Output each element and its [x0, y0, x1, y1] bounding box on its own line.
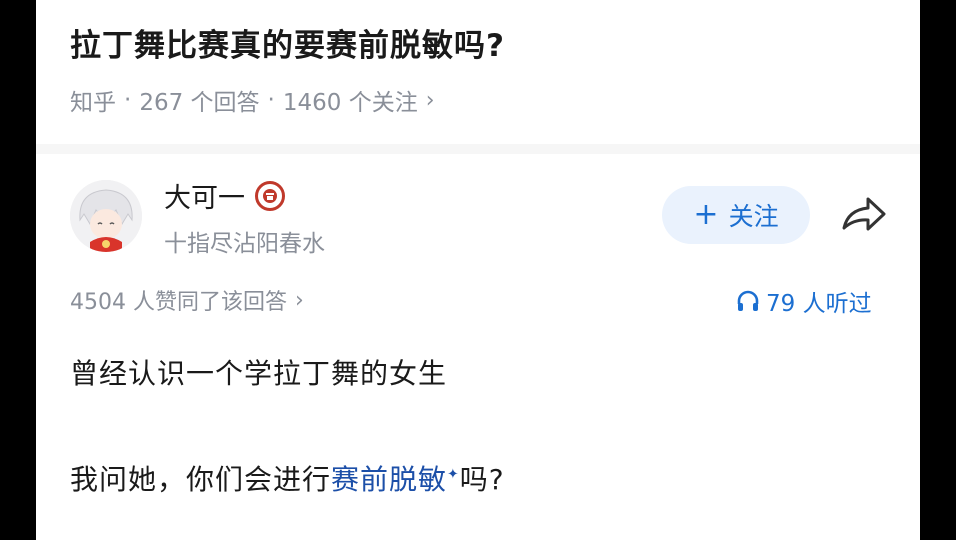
like-count-text: 4504 人赞同了该回答 [70, 290, 287, 315]
listen-count-text: 79 人听过 [766, 291, 872, 317]
author-name-row[interactable]: 大可一 [164, 176, 285, 215]
meta-separator: · [267, 87, 275, 113]
question-meta[interactable]: 知乎 · 267 个回答 · 1460 个关注 › [70, 83, 435, 117]
avatar[interactable] [70, 180, 142, 252]
keyword-link[interactable]: 赛前脱敏 [331, 463, 447, 496]
section-divider [36, 144, 920, 154]
sparkle-icon: ✦ [447, 466, 460, 483]
follow-button-label: 关注 [728, 202, 779, 231]
paragraph-text: 吗? [459, 463, 505, 496]
plus-icon: + [693, 197, 719, 232]
like-summary[interactable]: 4504 人赞同了该回答 › [70, 284, 304, 316]
answer-paragraph: 我问她，你们会进行赛前脱敏✦吗? [70, 458, 505, 498]
answer-screen: 拉丁舞比赛真的要赛前脱敏吗? 知乎 · 267 个回答 · 1460 个关注 ›… [36, 0, 920, 540]
source-label: 知乎 [70, 90, 116, 116]
meta-separator: · [124, 87, 132, 113]
answer-paragraph: 曾经认识一个学拉丁舞的女生 [70, 357, 448, 390]
listen-summary[interactable]: 79 人听过 [736, 284, 872, 318]
verified-badge-icon [255, 180, 285, 211]
answer-count: 267 个回答 [139, 90, 260, 116]
author-name: 大可一 [164, 183, 245, 214]
follow-button[interactable]: + 关注 [662, 186, 810, 244]
question-title[interactable]: 拉丁舞比赛真的要赛前脱敏吗? [70, 20, 505, 65]
paragraph-text: 我问她，你们会进行 [70, 463, 332, 496]
share-arrow-icon[interactable] [840, 194, 888, 236]
follower-count: 1460 个关注 [282, 90, 418, 116]
chevron-right-icon: › [294, 287, 304, 313]
headphones-icon [737, 290, 759, 311]
chevron-right-icon: › [425, 87, 435, 113]
author-bio: 十指尽沾阳春水 [164, 231, 325, 257]
